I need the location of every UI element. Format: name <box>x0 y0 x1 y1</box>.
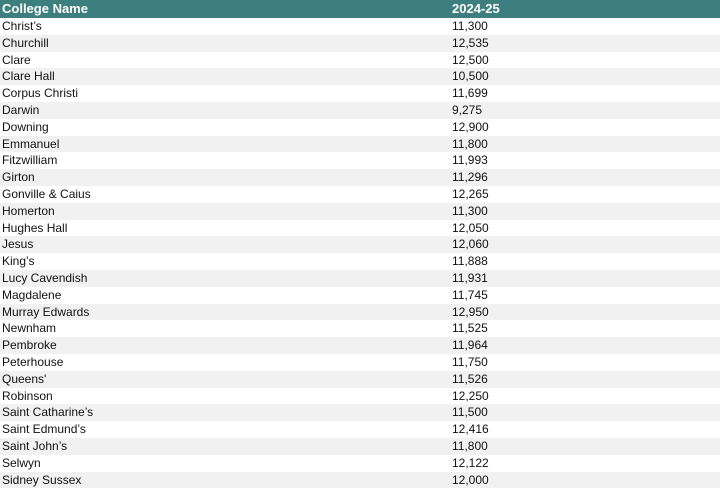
cell-college-name[interactable]: Saint John’s <box>0 438 450 455</box>
cell-fee-2024-25[interactable]: 11,526 <box>450 371 720 388</box>
cell-fee-2024-25[interactable]: 11,525 <box>450 320 720 337</box>
cell-fee-2024-25[interactable]: 12,050 <box>450 220 720 237</box>
table-row[interactable]: Peterhouse 11,750 <box>0 354 720 371</box>
cell-fee-2024-25[interactable]: 11,745 <box>450 287 720 304</box>
cell-fee-2024-25[interactable]: 12,250 <box>450 388 720 405</box>
table-row[interactable]: Christ’s 11,300 <box>0 18 720 35</box>
table-row[interactable]: Robinson 12,250 <box>0 388 720 405</box>
cell-college-name[interactable]: Fitzwilliam <box>0 152 450 169</box>
cell-fee-2024-25[interactable]: 11,964 <box>450 337 720 354</box>
cell-fee-2024-25[interactable]: 9,275 <box>450 102 720 119</box>
table-row[interactable]: Girton 11,296 <box>0 169 720 186</box>
cell-fee-2024-25[interactable]: 11,500 <box>450 404 720 421</box>
cell-fee-2024-25[interactable]: 12,122 <box>450 455 720 472</box>
cell-college-name[interactable]: Downing <box>0 119 450 136</box>
table-row[interactable]: Corpus Christi 11,699 <box>0 85 720 102</box>
table-row[interactable]: Saint Catharine’s 11,500 <box>0 404 720 422</box>
cell-fee-2024-25[interactable]: 12,900 <box>450 119 720 136</box>
cell-college-name[interactable]: Girton <box>0 169 450 186</box>
cell-college-name[interactable]: Selwyn <box>0 455 450 472</box>
cell-college-name[interactable]: Clare <box>0 52 450 69</box>
cell-fee-2024-25[interactable]: 11,699 <box>450 85 720 102</box>
table-row[interactable]: Queens' 11,526 <box>0 370 720 388</box>
table-row[interactable]: King’s 11,888 <box>0 253 720 270</box>
cell-fee-2024-25[interactable]: 11,800 <box>450 438 720 455</box>
table-row[interactable]: Selwyn 12,122 <box>0 455 720 472</box>
table-row[interactable]: Homerton 11,300 <box>0 202 720 220</box>
table-header-row: College Name 2024-25 <box>0 0 720 18</box>
cell-college-name[interactable]: Saint Catharine’s <box>0 404 450 421</box>
cell-college-name[interactable]: Homerton <box>0 203 450 220</box>
cell-college-name[interactable]: Robinson <box>0 388 450 405</box>
college-fees-table: College Name 2024-25 Christ’s 11,300 Churc… <box>0 0 720 489</box>
column-header-2024-25[interactable]: 2024-25 <box>450 0 720 18</box>
cell-college-name[interactable]: Saint Edmund’s <box>0 421 450 438</box>
cell-fee-2024-25[interactable]: 11,300 <box>450 18 720 35</box>
column-header-college-name[interactable]: College Name <box>0 0 450 18</box>
cell-college-name[interactable]: Murray Edwards <box>0 304 450 321</box>
cell-fee-2024-25[interactable]: 11,888 <box>450 253 720 270</box>
table-row[interactable]: Lucy Cavendish 11,931 <box>0 269 720 287</box>
cell-fee-2024-25[interactable]: 12,950 <box>450 304 720 321</box>
table-row[interactable]: Saint Edmund’s 12,416 <box>0 421 720 438</box>
cell-college-name[interactable]: Peterhouse <box>0 354 450 371</box>
cell-college-name[interactable]: Newnham <box>0 320 450 337</box>
table-row[interactable]: Sidney Sussex 12,000 <box>0 471 720 489</box>
table-row[interactable]: Clare Hall 10,500 <box>0 68 720 86</box>
cell-college-name[interactable]: Darwin <box>0 102 450 119</box>
table-row[interactable]: Downing 12,900 <box>0 119 720 136</box>
table-body: Christ’s 11,300 Churchill 12,535 Clare 12,500… <box>0 18 720 489</box>
cell-college-name[interactable]: Sidney Sussex <box>0 472 450 489</box>
table-row[interactable]: Magdalene 11,745 <box>0 287 720 304</box>
cell-college-name[interactable]: Queens' <box>0 371 450 388</box>
cell-college-name[interactable]: Corpus Christi <box>0 85 450 102</box>
cell-college-name[interactable]: Lucy Cavendish <box>0 270 450 287</box>
table-row[interactable]: Murray Edwards 12,950 <box>0 303 720 321</box>
cell-fee-2024-25[interactable]: 11,750 <box>450 354 720 371</box>
cell-fee-2024-25[interactable]: 11,931 <box>450 270 720 287</box>
cell-fee-2024-25[interactable]: 10,500 <box>450 68 720 85</box>
table-row[interactable]: Saint John’s 11,800 <box>0 437 720 455</box>
table-row[interactable]: Jesus 12,060 <box>0 236 720 254</box>
cell-college-name[interactable]: Clare Hall <box>0 68 450 85</box>
cell-fee-2024-25[interactable]: 12,535 <box>450 35 720 52</box>
cell-fee-2024-25[interactable]: 12,500 <box>450 52 720 69</box>
table-row[interactable]: Gonville & Caius 12,265 <box>0 186 720 203</box>
cell-fee-2024-25[interactable]: 11,300 <box>450 203 720 220</box>
table-row[interactable]: Churchill 12,535 <box>0 34 720 52</box>
table-row[interactable]: Pembroke 11,964 <box>0 337 720 354</box>
cell-fee-2024-25[interactable]: 12,060 <box>450 236 720 253</box>
cell-college-name[interactable]: Emmanuel <box>0 136 450 153</box>
cell-college-name[interactable]: Jesus <box>0 236 450 253</box>
cell-college-name[interactable]: Gonville & Caius <box>0 186 450 203</box>
table-row[interactable]: Clare 12,500 <box>0 52 720 69</box>
cell-fee-2024-25[interactable]: 11,800 <box>450 136 720 153</box>
cell-college-name[interactable]: Pembroke <box>0 337 450 354</box>
table-row[interactable]: Darwin 9,275 <box>0 101 720 119</box>
cell-fee-2024-25[interactable]: 12,000 <box>450 472 720 489</box>
cell-college-name[interactable]: Hughes Hall <box>0 220 450 237</box>
cell-college-name[interactable]: Christ’s <box>0 18 450 35</box>
table-row[interactable]: Emmanuel 11,800 <box>0 135 720 153</box>
cell-fee-2024-25[interactable]: 11,993 <box>450 152 720 169</box>
cell-college-name[interactable]: King’s <box>0 253 450 270</box>
table-row[interactable]: Hughes Hall 12,050 <box>0 220 720 237</box>
table-row[interactable]: Newnham 11,525 <box>0 320 720 337</box>
cell-fee-2024-25[interactable]: 11,296 <box>450 169 720 186</box>
table-row[interactable]: Fitzwilliam 11,993 <box>0 152 720 169</box>
cell-college-name[interactable]: Churchill <box>0 35 450 52</box>
cell-college-name[interactable]: Magdalene <box>0 287 450 304</box>
cell-fee-2024-25[interactable]: 12,265 <box>450 186 720 203</box>
cell-fee-2024-25[interactable]: 12,416 <box>450 421 720 438</box>
